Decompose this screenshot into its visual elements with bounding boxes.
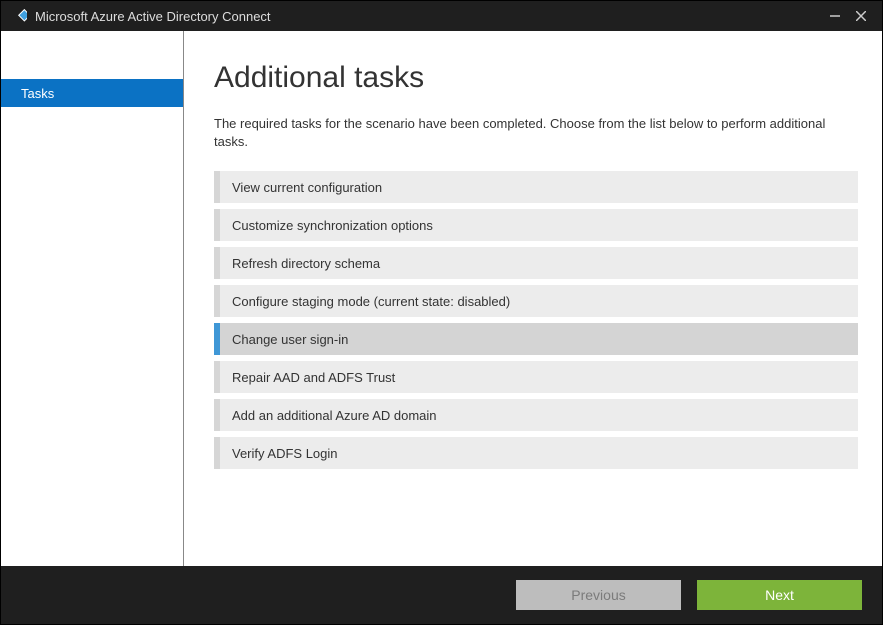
window-title: Microsoft Azure Active Directory Connect xyxy=(35,9,822,24)
task-accent-bar xyxy=(214,209,220,241)
task-item[interactable]: Customize synchronization options xyxy=(214,209,858,241)
task-item[interactable]: Configure staging mode (current state: d… xyxy=(214,285,858,317)
page-title: Additional tasks xyxy=(214,61,858,95)
body: Tasks Additional tasks The required task… xyxy=(1,31,882,566)
previous-button: Previous xyxy=(516,580,681,610)
task-item-label: Change user sign-in xyxy=(232,332,348,347)
main-panel: Additional tasks The required tasks for … xyxy=(184,31,882,566)
task-accent-bar xyxy=(214,399,220,431)
task-item[interactable]: Change user sign-in xyxy=(214,323,858,355)
task-list: View current configuration Customize sync… xyxy=(214,171,858,469)
task-item[interactable]: Add an additional Azure AD domain xyxy=(214,399,858,431)
next-button[interactable]: Next xyxy=(697,580,862,610)
task-item[interactable]: Verify ADFS Login xyxy=(214,437,858,469)
task-item[interactable]: Refresh directory schema xyxy=(214,247,858,279)
minimize-button[interactable] xyxy=(822,3,848,29)
close-button[interactable] xyxy=(848,3,874,29)
footer: Previous Next xyxy=(1,566,882,624)
sidebar: Tasks xyxy=(1,31,184,566)
task-accent-bar xyxy=(214,247,220,279)
task-item-label: Customize synchronization options xyxy=(232,218,433,233)
sidebar-item-label: Tasks xyxy=(21,86,54,101)
titlebar: Microsoft Azure Active Directory Connect xyxy=(1,1,882,31)
task-item-label: View current configuration xyxy=(232,180,382,195)
task-accent-bar xyxy=(214,323,220,355)
task-item-label: Repair AAD and ADFS Trust xyxy=(232,370,395,385)
page-description: The required tasks for the scenario have… xyxy=(214,115,834,151)
task-accent-bar xyxy=(214,361,220,393)
task-item[interactable]: Repair AAD and ADFS Trust xyxy=(214,361,858,393)
app-window: Microsoft Azure Active Directory Connect… xyxy=(0,0,883,625)
task-item-label: Add an additional Azure AD domain xyxy=(232,408,437,423)
task-item-label: Verify ADFS Login xyxy=(232,446,338,461)
task-item-label: Refresh directory schema xyxy=(232,256,380,271)
task-accent-bar xyxy=(214,437,220,469)
sidebar-item-tasks[interactable]: Tasks xyxy=(1,79,183,107)
task-item[interactable]: View current configuration xyxy=(214,171,858,203)
app-icon xyxy=(9,7,27,25)
task-accent-bar xyxy=(214,171,220,203)
task-item-label: Configure staging mode (current state: d… xyxy=(232,294,510,309)
task-accent-bar xyxy=(214,285,220,317)
